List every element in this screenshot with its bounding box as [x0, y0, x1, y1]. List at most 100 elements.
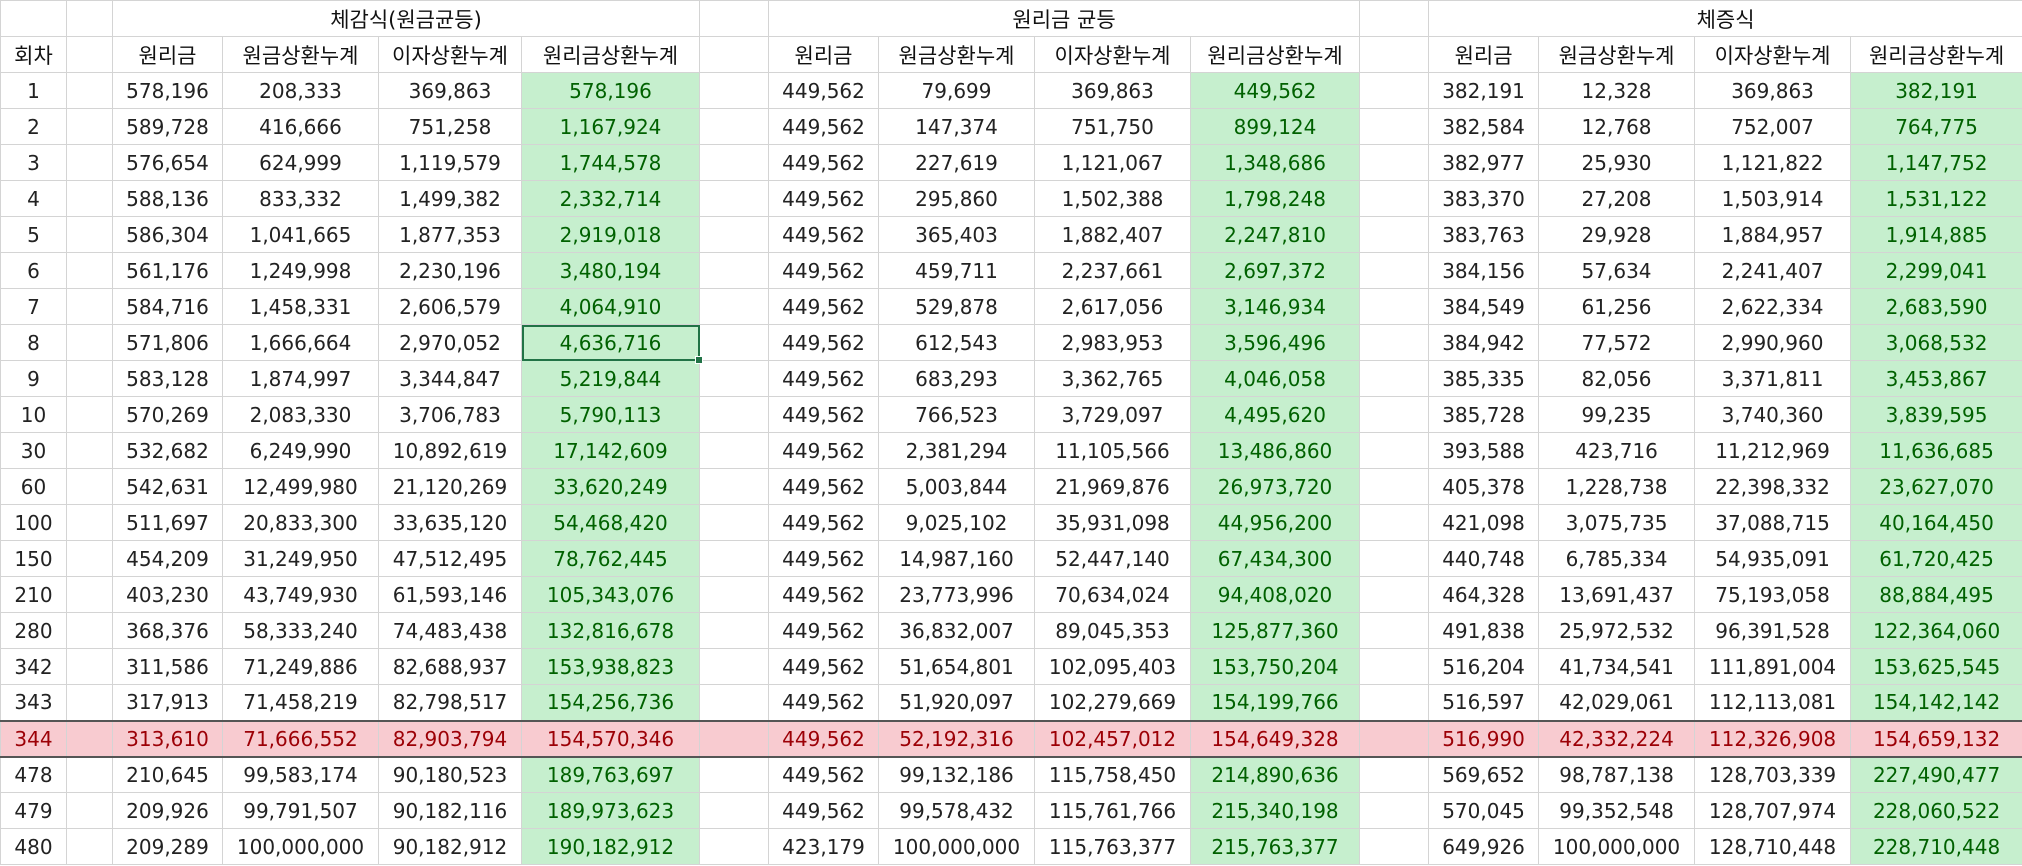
blank-cell[interactable] [66, 396, 113, 433]
blank-cell[interactable] [1359, 36, 1430, 73]
total-cum-cell[interactable]: 2,247,810 [1190, 216, 1361, 253]
round-header[interactable]: 회차 [0, 36, 67, 73]
principal-cum-cell[interactable]: 77,572 [1538, 324, 1696, 361]
interest-cum-cell[interactable]: 52,447,140 [1034, 540, 1192, 577]
blank-cell[interactable] [699, 252, 770, 289]
principal-cum-cell[interactable]: 529,878 [878, 288, 1036, 325]
col-header-principal-cum[interactable]: 원금상환누계 [878, 36, 1036, 73]
interest-cum-cell[interactable]: 2,241,407 [1694, 252, 1852, 289]
principal-cum-cell[interactable]: 12,768 [1538, 108, 1696, 145]
total-cum-cell[interactable]: 105,343,076 [520, 576, 701, 613]
blank-cell[interactable] [699, 36, 770, 73]
principal-cum-cell[interactable]: 23,773,996 [878, 576, 1036, 613]
interest-cum-cell[interactable]: 37,088,715 [1694, 504, 1852, 541]
interest-cum-cell[interactable]: 2,983,953 [1034, 324, 1192, 361]
col-header-payment[interactable]: 원리금 [112, 36, 223, 73]
payment-cell[interactable]: 569,652 [1428, 756, 1540, 793]
principal-cum-cell[interactable]: 9,025,102 [878, 504, 1036, 541]
blank-cell[interactable] [1359, 576, 1430, 613]
principal-cum-cell[interactable]: 100,000,000 [878, 828, 1036, 865]
total-cum-cell[interactable]: 153,938,823 [520, 648, 701, 685]
col-header-total-cum[interactable]: 원리금상환누계 [520, 36, 701, 73]
col-header-total-cum[interactable]: 원리금상환누계 [1850, 36, 2022, 73]
round-cell[interactable]: 2 [0, 108, 67, 145]
interest-cum-cell[interactable]: 2,606,579 [378, 288, 522, 325]
blank-cell[interactable] [1359, 828, 1430, 865]
interest-cum-cell[interactable]: 82,688,937 [378, 648, 522, 685]
principal-cum-cell[interactable]: 41,734,541 [1538, 648, 1696, 685]
principal-cum-cell[interactable]: 1,458,331 [222, 288, 379, 325]
total-cum-cell[interactable]: 3,480,194 [520, 252, 701, 289]
total-cum-cell[interactable]: 2,332,714 [520, 180, 701, 217]
blank-cell[interactable] [699, 612, 770, 649]
blank-cell[interactable] [66, 540, 113, 577]
interest-cum-cell[interactable]: 2,970,052 [378, 324, 522, 361]
payment-cell[interactable]: 421,098 [1428, 504, 1540, 541]
blank-cell[interactable] [66, 504, 113, 541]
total-cum-cell[interactable]: 1,914,885 [1850, 216, 2022, 253]
principal-cum-cell[interactable]: 20,833,300 [222, 504, 379, 541]
round-cell[interactable]: 30 [0, 432, 67, 469]
interest-cum-cell[interactable]: 90,180,523 [378, 756, 522, 793]
blank-cell[interactable] [1359, 216, 1430, 253]
total-cum-cell[interactable]: 189,763,697 [520, 756, 701, 793]
payment-cell[interactable]: 583,128 [112, 360, 223, 397]
payment-cell[interactable]: 532,682 [112, 432, 223, 469]
interest-cum-cell[interactable]: 35,931,098 [1034, 504, 1192, 541]
total-cum-cell[interactable]: 23,627,070 [1850, 468, 2022, 505]
blank-cell[interactable] [66, 0, 113, 37]
payment-cell[interactable]: 449,562 [768, 468, 880, 505]
principal-cum-cell[interactable]: 99,578,432 [878, 792, 1036, 829]
total-cum-cell[interactable]: 190,182,912 [520, 828, 701, 865]
principal-cum-cell[interactable]: 98,787,138 [1538, 756, 1696, 793]
round-cell[interactable]: 100 [0, 504, 67, 541]
principal-cum-cell[interactable]: 71,458,219 [222, 684, 379, 721]
total-cum-cell[interactable]: 215,763,377 [1190, 828, 1361, 865]
total-cum-cell[interactable]: 3,596,496 [1190, 324, 1361, 361]
col-header-total-cum[interactable]: 원리금상환누계 [1190, 36, 1361, 73]
interest-cum-cell[interactable]: 3,344,847 [378, 360, 522, 397]
blank-cell[interactable] [1359, 756, 1430, 793]
round-cell[interactable]: 8 [0, 324, 67, 361]
principal-cum-cell[interactable]: 208,333 [222, 72, 379, 109]
principal-cum-cell[interactable]: 766,523 [878, 396, 1036, 433]
payment-cell[interactable]: 578,196 [112, 72, 223, 109]
interest-cum-cell[interactable]: 115,761,766 [1034, 792, 1192, 829]
payment-cell[interactable]: 449,562 [768, 648, 880, 685]
principal-cum-cell[interactable]: 1,041,665 [222, 216, 379, 253]
principal-cum-cell[interactable]: 423,716 [1538, 432, 1696, 469]
principal-cum-cell[interactable]: 12,499,980 [222, 468, 379, 505]
total-cum-cell[interactable]: 125,877,360 [1190, 612, 1361, 649]
payment-cell[interactable]: 576,654 [112, 144, 223, 181]
blank-cell[interactable] [66, 252, 113, 289]
blank-cell[interactable] [699, 576, 770, 613]
interest-cum-cell[interactable]: 369,863 [378, 72, 522, 109]
total-cum-cell[interactable]: 2,683,590 [1850, 288, 2022, 325]
total-cum-cell[interactable]: 132,816,678 [520, 612, 701, 649]
interest-cum-cell[interactable]: 96,391,528 [1694, 612, 1852, 649]
payment-cell[interactable]: 384,942 [1428, 324, 1540, 361]
payment-cell[interactable]: 649,926 [1428, 828, 1540, 865]
principal-cum-cell[interactable]: 683,293 [878, 360, 1036, 397]
principal-cum-cell[interactable]: 6,785,334 [1538, 540, 1696, 577]
payment-cell[interactable]: 209,926 [112, 792, 223, 829]
total-cum-cell[interactable]: 67,434,300 [1190, 540, 1361, 577]
payment-cell[interactable]: 454,209 [112, 540, 223, 577]
blank-cell[interactable] [66, 288, 113, 325]
round-cell[interactable]: 1 [0, 72, 67, 109]
payment-cell[interactable]: 589,728 [112, 108, 223, 145]
interest-cum-cell[interactable]: 102,095,403 [1034, 648, 1192, 685]
interest-cum-cell[interactable]: 2,990,960 [1694, 324, 1852, 361]
principal-cum-cell[interactable]: 31,249,950 [222, 540, 379, 577]
payment-cell[interactable]: 561,176 [112, 252, 223, 289]
interest-cum-cell[interactable]: 3,729,097 [1034, 396, 1192, 433]
blank-cell[interactable] [1359, 792, 1430, 829]
principal-cum-cell[interactable]: 1,666,664 [222, 324, 379, 361]
principal-cum-cell[interactable]: 43,749,930 [222, 576, 379, 613]
interest-cum-cell[interactable]: 1,121,067 [1034, 144, 1192, 181]
total-cum-cell[interactable]: 154,142,142 [1850, 684, 2022, 721]
payment-cell[interactable]: 516,990 [1428, 719, 1540, 758]
total-cum-cell[interactable]: 1,167,924 [520, 108, 701, 145]
interest-cum-cell[interactable]: 22,398,332 [1694, 468, 1852, 505]
interest-cum-cell[interactable]: 751,750 [1034, 108, 1192, 145]
